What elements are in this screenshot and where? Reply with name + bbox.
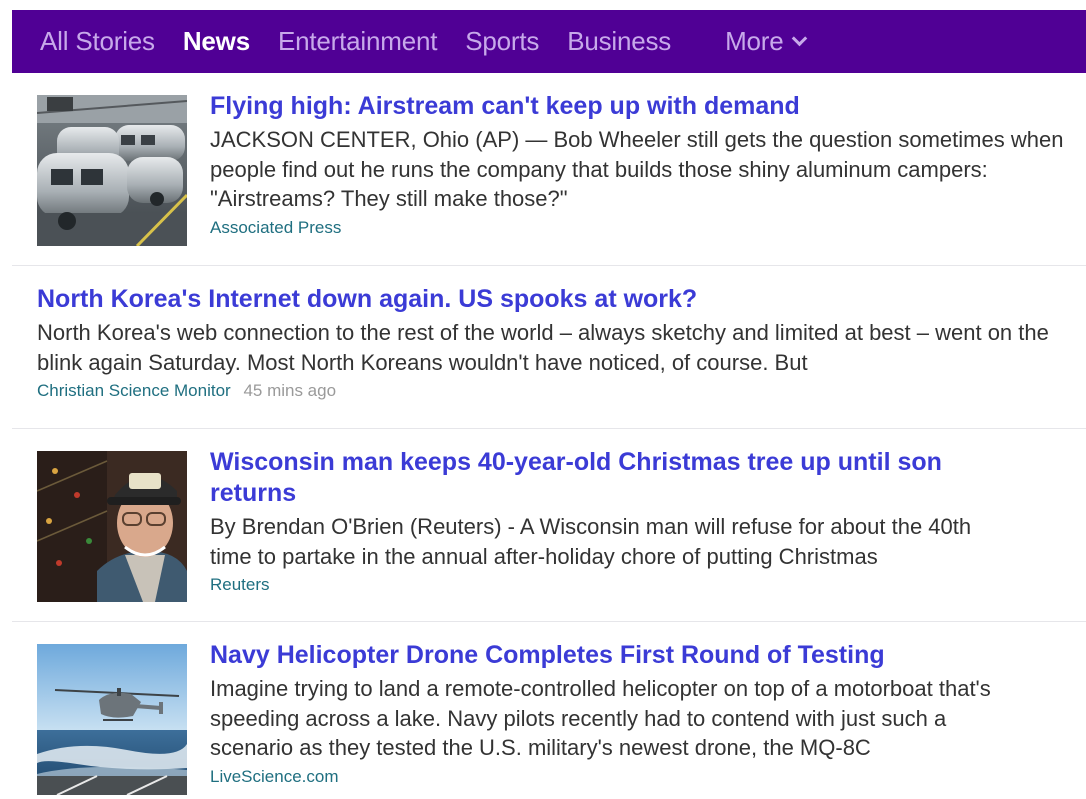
story-summary: Imagine trying to land a remote-controll… xyxy=(210,676,991,760)
tab-entertainment[interactable]: Entertainment xyxy=(278,26,437,57)
story-body: Navy Helicopter Drone Completes First Ro… xyxy=(210,641,1066,799)
story-meta: Christian Science Monitor 45 mins ago xyxy=(37,380,1066,402)
story-body: Wisconsin man keeps 40-year-old Christma… xyxy=(210,448,1066,621)
story-summary: North Korea's web connection to the rest… xyxy=(37,320,1049,375)
story-item: Flying high: Airstream can't keep up wit… xyxy=(12,73,1086,266)
category-nav: All Stories News Entertainment Sports Bu… xyxy=(12,10,1086,73)
news-feed-frame: All Stories News Entertainment Sports Bu… xyxy=(12,10,1086,799)
tab-news[interactable]: News xyxy=(183,26,250,57)
more-menu-button[interactable]: More xyxy=(725,26,807,57)
story-item: North Korea's Internet down again. US sp… xyxy=(12,266,1086,429)
story-body: Flying high: Airstream can't keep up wit… xyxy=(210,92,1066,265)
story-headline[interactable]: Navy Helicopter Drone Completes First Ro… xyxy=(210,640,1066,671)
story-meta: LiveScience.com xyxy=(210,766,1066,788)
story-source[interactable]: LiveScience.com xyxy=(210,767,339,786)
story-timestamp: 45 mins ago xyxy=(243,381,337,400)
story-source[interactable]: Reuters xyxy=(210,575,270,594)
more-label: More xyxy=(725,26,784,56)
story-summary: JACKSON CENTER, Ohio (AP) — Bob Wheeler … xyxy=(210,127,1064,211)
story-meta: Reuters xyxy=(210,574,1066,596)
story-source[interactable]: Associated Press xyxy=(210,218,341,237)
story-item: Navy Helicopter Drone Completes First Ro… xyxy=(12,622,1086,799)
story-thumbnail[interactable] xyxy=(37,95,187,246)
tab-business[interactable]: Business xyxy=(567,26,671,57)
story-meta: Associated Press xyxy=(210,217,1066,239)
story-item: Wisconsin man keeps 40-year-old Christma… xyxy=(12,429,1086,622)
story-summary: By Brendan O'Brien (Reuters) - A Wiscons… xyxy=(210,514,972,569)
chevron-down-icon xyxy=(791,30,807,47)
story-list: Flying high: Airstream can't keep up wit… xyxy=(12,73,1086,799)
tab-all-stories[interactable]: All Stories xyxy=(40,26,155,57)
story-source[interactable]: Christian Science Monitor xyxy=(37,381,231,400)
story-body: North Korea's Internet down again. US sp… xyxy=(37,285,1066,428)
story-thumbnail[interactable] xyxy=(37,644,187,795)
story-headline[interactable]: Flying high: Airstream can't keep up wit… xyxy=(210,91,1066,122)
story-headline[interactable]: Wisconsin man keeps 40-year-old Christma… xyxy=(210,447,970,509)
story-thumbnail[interactable] xyxy=(37,451,187,602)
story-headline[interactable]: North Korea's Internet down again. US sp… xyxy=(37,284,1066,315)
tab-sports[interactable]: Sports xyxy=(465,26,539,57)
